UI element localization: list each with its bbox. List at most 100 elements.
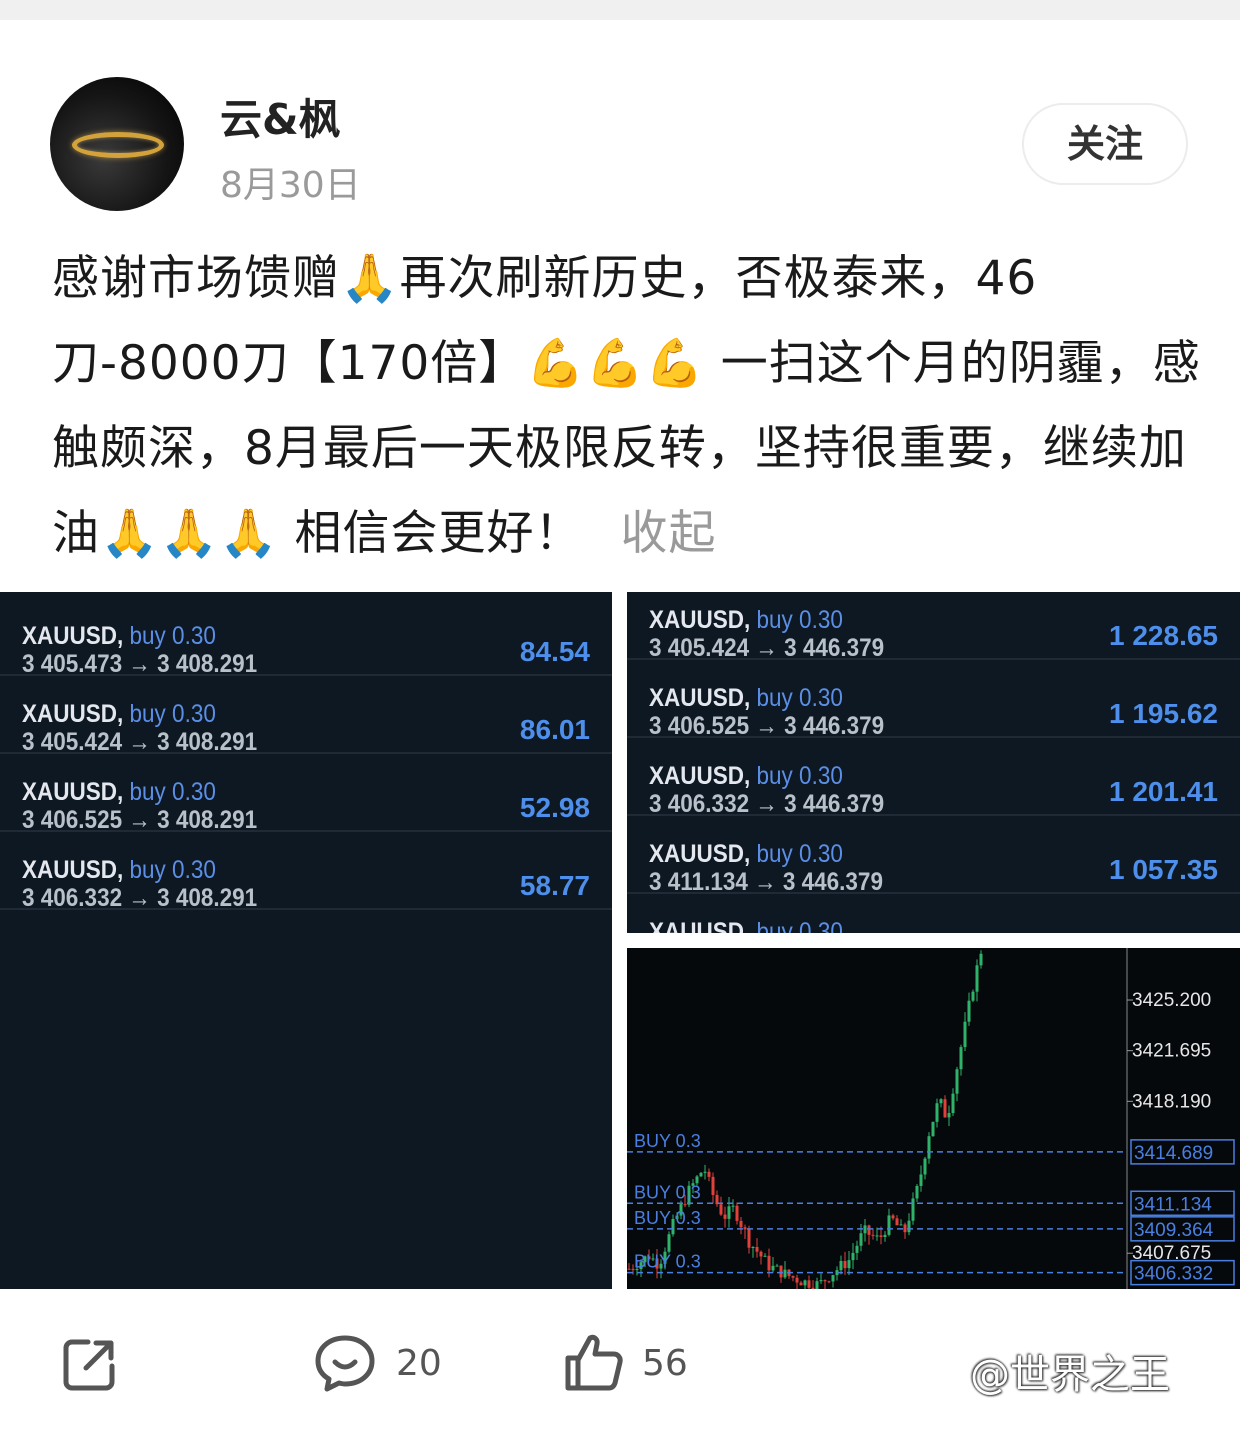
order-line-label: BUY 0.3 [634,1208,701,1228]
share-icon[interactable] [60,1336,118,1394]
trade-prices: 3 406.525 → 3 446.379 [649,712,885,740]
candle-body [899,1224,903,1226]
price-chart-image[interactable]: 3425.200 3421.695 3418.190 3407.675 BUY 0.3 3… [627,948,1240,1289]
candle-body [811,1287,815,1289]
candle-body [923,1158,927,1175]
candle-body [791,1276,795,1278]
candle-body [711,1176,715,1195]
candle-body [699,1172,703,1177]
trade-symbol-line: XAUUSD, buy 0.30 [22,856,216,885]
candle-body [731,1205,735,1207]
post-text-block: 感谢市场馈赠🙏再次刷新历史，否极泰来，46刀-8000刀【170倍】💪💪💪 一扫… [52,236,1202,576]
candle-body [739,1220,743,1228]
candle-body [755,1246,759,1252]
candle-body [903,1224,907,1233]
trade-symbol: XAUUSD, [22,622,124,650]
candle-body [799,1282,803,1286]
trade-symbol: XAUUSD, [22,778,124,806]
candle-body [683,1204,687,1206]
trade-profit: 1 201.41 [1109,776,1218,807]
axis-label: 3421.695 [1132,1041,1211,1062]
candle-body [735,1205,739,1221]
trade-side: buy 0.30 [756,762,843,790]
follow-button[interactable]: 关注 [1022,103,1188,185]
axis-label: 3418.190 [1132,1091,1211,1112]
candle-body [891,1215,895,1219]
order-price-label: 3406.332 [1134,1264,1213,1285]
candle-body [839,1260,843,1271]
candle-body [935,1103,939,1122]
candle-body [719,1204,723,1215]
author-name[interactable]: 云&枫 [220,86,341,147]
candle-body [907,1220,911,1233]
candle-body [911,1198,915,1221]
candle-body [955,1069,959,1094]
candle-body [963,1021,967,1048]
trade-history-image-right[interactable]: XAUUSD, buy 0.30 3 405.424 → 3 446.379 1 2… [627,592,1240,933]
candle-body [979,953,983,966]
candle-body [823,1280,827,1282]
fold-link[interactable]: 收起 [621,506,717,561]
trade-symbol-line: XAUUSD, buy 0.30 [649,840,843,869]
trade-prices: 3 411.134 → 3 446.379 [649,868,883,896]
order-line-label: BUY 0.3 [634,1252,701,1272]
candle-body [887,1215,891,1235]
trade-side: buy 0.30 [756,606,843,634]
candle-body [795,1277,799,1283]
trade-symbol: XAUUSD, [649,606,751,634]
trade-history-image-left[interactable]: XAUUSD, buy 0.30 3 405.473 → 3 408.291 84.… [0,592,612,1289]
candle-body [939,1099,943,1104]
trade-symbol: XAUUSD, [649,762,751,790]
avatar[interactable] [50,77,184,211]
trade-symbol-line: XAUUSD, buy 0.30 [649,918,843,933]
trade-row: XAUUSD, buy 0.30 3 405.473 → 3 408.291 84.… [0,598,612,678]
comment-count: 20 [396,1343,442,1384]
candle-body [895,1218,899,1226]
trade-side: buy 0.30 [756,684,843,712]
axis-label: 3425.200 [1132,990,1211,1011]
trade-symbol-line: XAUUSD, buy 0.30 [649,762,843,791]
trade-profit: 1 195.62 [1109,698,1218,729]
trade-profit: 1 057.35 [1109,854,1218,885]
order-line-label: BUY 0.3 [634,1182,701,1202]
status-strip [0,0,1240,20]
candle-body [783,1269,787,1278]
trade-side: buy 0.30 [129,700,216,728]
trade-side: buy 0.30 [756,840,843,868]
candle-body [763,1255,767,1257]
candle-body [875,1235,879,1237]
candle-body [843,1260,847,1269]
candle-body [667,1234,671,1252]
candle-body [827,1281,831,1283]
candle-body [927,1136,931,1159]
candle-body [851,1252,855,1261]
trade-prices: 3 406.332 → 3 446.379 [649,790,885,818]
candle-body [747,1229,751,1248]
candle-body [855,1245,859,1253]
candle-body [751,1246,755,1248]
candle-body [871,1234,875,1236]
trade-row: XAUUSD, buy 0.30 3 405.424 → 3 446.379 1 2… [627,592,1240,662]
candle-body [743,1227,747,1230]
candle-body [931,1121,935,1137]
ring-image [72,132,164,158]
trade-row: XAUUSD, buy 0.30 3 406.332 → 3 446.379 1 2… [627,738,1240,818]
candle-body [759,1251,763,1257]
trade-profit: 58.77 [519,870,590,901]
trade-symbol-line: XAUUSD, buy 0.30 [22,700,216,729]
candle-body [727,1206,731,1219]
like-count: 56 [642,1343,688,1384]
trade-prices: 3 405.424 → 3 408.291 [22,728,258,756]
order-price-label: 3414.689 [1134,1143,1213,1164]
watermark: @世界之王 [970,1352,1170,1398]
candle-body [847,1260,851,1269]
comment-icon[interactable] [314,1332,376,1394]
candlestick-chart: 3425.2003421.6953418.1903407.675BUY 0.33… [627,948,1235,1289]
candle-body [867,1225,871,1235]
candle-body [815,1281,819,1289]
trade-profit: 52.98 [519,792,590,823]
trade-row: XAUUSD, buy 0.30 3 406.525 → 3 446.379 1 1… [627,660,1240,740]
candle-body [831,1275,835,1282]
trade-row: XAUUSD, buy 0.30 [627,894,1240,933]
like-icon[interactable] [562,1332,624,1394]
